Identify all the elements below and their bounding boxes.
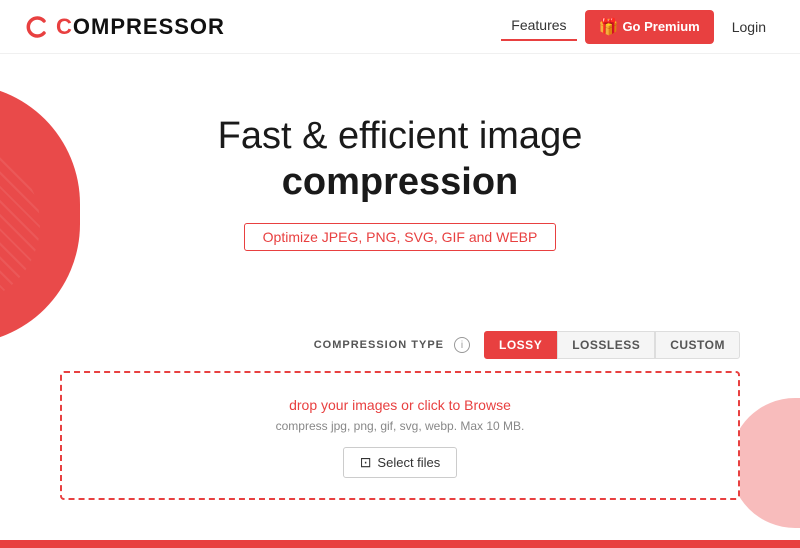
compression-info-icon[interactable]: i bbox=[454, 337, 470, 353]
logo-text: COMPRESSOR bbox=[56, 14, 225, 40]
bottom-bar bbox=[0, 540, 800, 548]
hero-subtitle: Optimize JPEG, PNG, SVG, GIF and WEBP bbox=[244, 223, 557, 251]
login-link[interactable]: Login bbox=[722, 15, 776, 39]
compression-type-bar: COMPRESSION TYPE i LOSSY LOSSLESS CUSTOM bbox=[0, 331, 800, 359]
hero-title: Fast & efficient image compression bbox=[0, 114, 800, 205]
dropzone[interactable]: drop your images or click to Browse comp… bbox=[60, 371, 740, 500]
upload-icon: ⊡ bbox=[360, 454, 372, 471]
compression-custom-button[interactable]: CUSTOM bbox=[655, 331, 740, 359]
drop-sub-text: compress jpg, png, gif, svg, webp. Max 1… bbox=[82, 419, 718, 433]
drop-main-text: drop your images or click to Browse bbox=[82, 397, 718, 413]
select-files-label: Select files bbox=[377, 455, 440, 470]
premium-label: Go Premium bbox=[622, 19, 699, 34]
logo: COMPRESSOR bbox=[24, 13, 225, 41]
nav-right: Features 🎁 Go Premium Login bbox=[501, 10, 776, 44]
compression-lossless-button[interactable]: LOSSLESS bbox=[557, 331, 655, 359]
main-content: Fast & efficient image compression Optim… bbox=[0, 54, 800, 548]
premium-emoji: 🎁 bbox=[599, 17, 619, 37]
compression-type-label: COMPRESSION TYPE bbox=[314, 339, 444, 351]
select-files-button[interactable]: ⊡ Select files bbox=[343, 447, 458, 478]
go-premium-button[interactable]: 🎁 Go Premium bbox=[585, 10, 714, 44]
hero-section: Fast & efficient image compression Optim… bbox=[0, 54, 800, 251]
logo-icon bbox=[24, 13, 52, 41]
dropzone-wrapper: drop your images or click to Browse comp… bbox=[0, 371, 800, 500]
navbar: COMPRESSOR Features 🎁 Go Premium Login bbox=[0, 0, 800, 54]
nav-features-link[interactable]: Features bbox=[501, 13, 576, 41]
hero-title-bold: compression bbox=[0, 160, 800, 206]
compression-lossy-button[interactable]: LOSSY bbox=[484, 331, 557, 359]
